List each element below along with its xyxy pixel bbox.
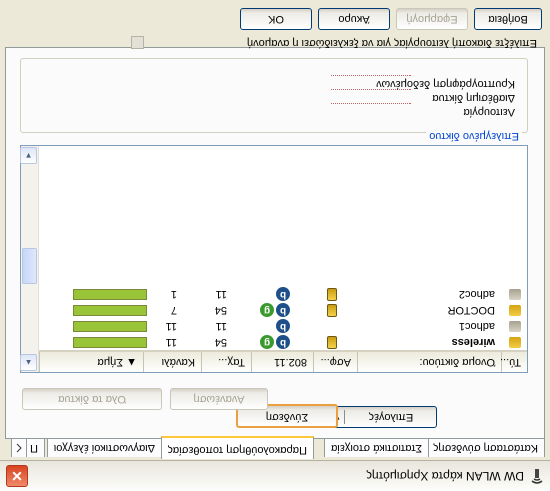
chevron-left-icon bbox=[16, 443, 22, 453]
speed-value: 11 bbox=[215, 288, 227, 300]
tab-scroll-left[interactable] bbox=[11, 438, 27, 457]
refresh-button[interactable]: Ανανέωση bbox=[170, 388, 268, 410]
encryption-label: Κρυπτογράφηση δεδομένων bbox=[376, 78, 515, 90]
unlock-row: Επιλέξτε διακοπή λειτουργίας για να ξεκλ… bbox=[7, 35, 545, 49]
speed-value: 54 bbox=[214, 304, 227, 316]
tab-connection-status[interactable]: Κατάσταση σύνδεσης bbox=[426, 438, 545, 457]
column-header-signal[interactable]: ▲ Σήμα bbox=[39, 352, 143, 372]
lock-icon bbox=[327, 304, 337, 317]
title-bar: DW WLAN κάρτα Χρησιμότης ✕ bbox=[0, 460, 550, 491]
column-header-speed[interactable]: Ταχ... bbox=[201, 352, 251, 372]
column-header-channel[interactable]: Κανάλι bbox=[143, 352, 201, 372]
selected-network-group: Λειτουργία Διαθέσιμη δίκτυα Κρυπτογράφησ… bbox=[20, 58, 528, 133]
window-title: DW WLAN κάρτα Χρησιμότης bbox=[366, 469, 524, 483]
lock-icon bbox=[327, 336, 337, 349]
network-row[interactable]: adhoc2 b 11 1 bbox=[39, 286, 527, 302]
signal-strength-bar bbox=[73, 337, 147, 348]
standard-b-badge: b bbox=[276, 303, 290, 317]
cancel-button[interactable]: Άκυρο bbox=[318, 8, 390, 30]
mode-label: Λειτουργία bbox=[463, 106, 515, 118]
column-header-name[interactable]: Όνομα δικτύου: bbox=[357, 352, 501, 372]
standard-b-badge: b bbox=[276, 287, 290, 301]
speed-value: 11 bbox=[215, 320, 227, 332]
tab-diagnostics[interactable]: Διαγνωστικοί έλεγχοι bbox=[46, 438, 162, 457]
network-name: adhoc1 bbox=[458, 320, 495, 332]
speed-value: 54 bbox=[214, 336, 227, 348]
unlock-checkbox-label: Επιλέξτε διακοπή λειτουργίας για να ξεκλ… bbox=[247, 37, 537, 49]
options-dropdown-button[interactable]: Επιλογές ▼ bbox=[327, 406, 437, 428]
lock-icon bbox=[327, 288, 337, 301]
channel-value: 11 bbox=[165, 320, 177, 332]
channel-value: 7 bbox=[170, 304, 177, 316]
selected-network-legend: Επιλεγμένο δίκτυο bbox=[426, 130, 522, 142]
encryption-value-line bbox=[331, 75, 411, 76]
scroll-down-icon[interactable]: ▼ bbox=[20, 147, 37, 164]
signal-strength-bar bbox=[73, 305, 147, 316]
access-point-icon bbox=[509, 305, 521, 316]
adhoc-network-icon bbox=[509, 321, 521, 332]
unlock-checkbox[interactable] bbox=[131, 36, 144, 49]
standard-g-badge: g bbox=[260, 303, 274, 317]
close-icon: ✕ bbox=[11, 468, 23, 484]
scroll-thumb[interactable] bbox=[22, 248, 37, 284]
list-scrollbar[interactable]: ▲ ▼ bbox=[20, 146, 39, 372]
options-label: Επιλογές bbox=[368, 411, 414, 423]
apply-button[interactable]: Εφαρμογή bbox=[396, 8, 468, 30]
signal-strength-bar bbox=[73, 321, 147, 332]
mode-value-line bbox=[331, 103, 411, 104]
tab-strip: Κατάσταση σύνδεσης Στατιστικά στοιχεία Π… bbox=[5, 436, 545, 459]
tab-statistics[interactable]: Στατιστικά στοιχεία bbox=[324, 438, 429, 457]
network-row[interactable]: wireless b g 54 11 bbox=[39, 334, 527, 350]
column-header-security[interactable]: Ασφ... bbox=[313, 352, 357, 372]
network-row[interactable]: adhoc1 b 11 11 bbox=[39, 318, 527, 334]
network-row[interactable]: DOCTOR b g 54 7 bbox=[39, 302, 527, 318]
signal-strength-bar bbox=[73, 289, 147, 300]
network-list: Τύ... Όνομα δικτύου: Ασφ... 802.11 Ταχ..… bbox=[20, 145, 528, 373]
channel-value: 11 bbox=[165, 336, 177, 348]
standard-g-badge: g bbox=[260, 335, 274, 349]
utility-window: DW WLAN κάρτα Χρησιμότης ✕ Κατάσταση σύν… bbox=[0, 0, 550, 491]
close-button[interactable]: ✕ bbox=[6, 465, 28, 487]
network-name: DOCTOR bbox=[447, 304, 495, 316]
wireless-signal-icon bbox=[531, 469, 543, 484]
tab-site-monitor[interactable]: Παρακολούθηση τοποθεσίας bbox=[160, 436, 314, 459]
network-rows: wireless b g 54 11 adhoc1 b 11 11 DOCTOR b g 54 7 adho… bbox=[39, 286, 527, 350]
access-point-icon bbox=[509, 337, 521, 348]
column-header-80211[interactable]: 802.11 bbox=[251, 352, 313, 372]
standard-b-badge: b bbox=[276, 319, 290, 333]
scroll-up-icon[interactable]: ▲ bbox=[20, 354, 37, 371]
network-name: adhoc2 bbox=[458, 288, 495, 300]
column-header-type[interactable]: Τύ... bbox=[500, 352, 527, 372]
network-name: wireless bbox=[451, 336, 495, 348]
ok-button[interactable]: OK bbox=[240, 8, 312, 30]
help-button[interactable]: Βοήθεια bbox=[474, 8, 542, 30]
all-networks-button[interactable]: Όλα τα δίκτυα bbox=[22, 388, 162, 410]
available-networks-label: Διαθέσιμη δίκτυα bbox=[432, 92, 515, 104]
list-header: Τύ... Όνομα δικτύου: Ασφ... 802.11 Ταχ..… bbox=[39, 350, 527, 372]
adhoc-network-icon bbox=[509, 289, 521, 300]
dialog-button-bar: Βοήθεια Εφαρμογή Άκυρο OK bbox=[0, 0, 550, 33]
standard-b-badge: b bbox=[276, 335, 290, 349]
channel-value: 1 bbox=[170, 288, 177, 300]
